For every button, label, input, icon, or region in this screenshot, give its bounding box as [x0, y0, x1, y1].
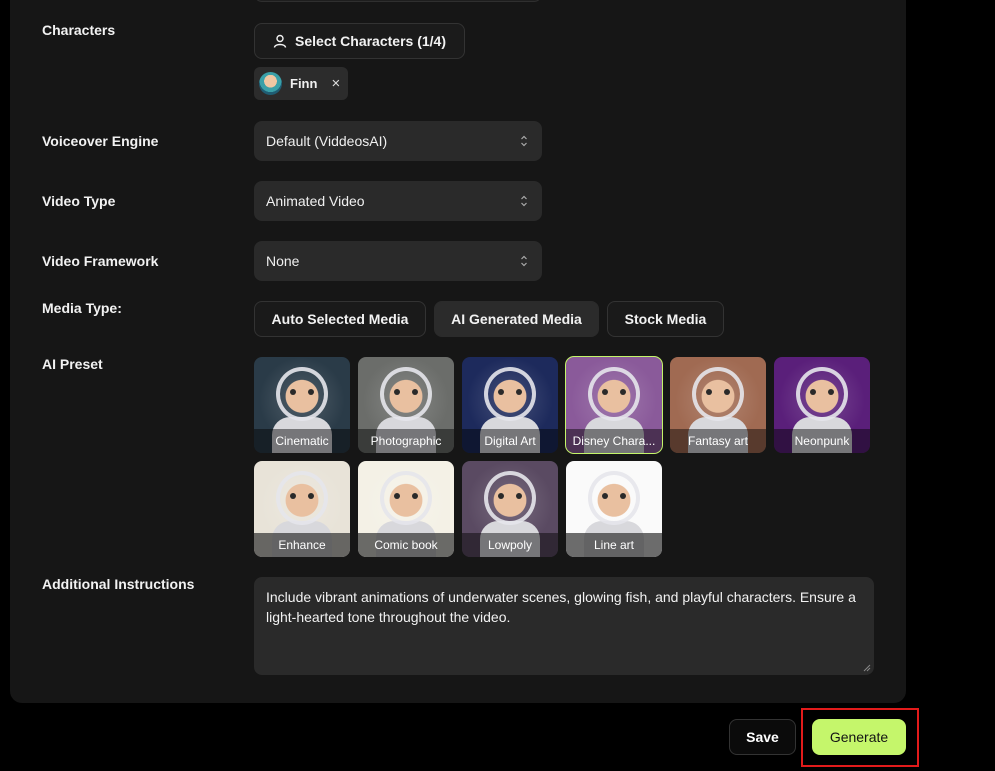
auto-selected-media-button[interactable]: Auto Selected Media	[254, 301, 426, 337]
face-eyes	[706, 389, 730, 395]
previous-field-edge	[254, 0, 542, 2]
video-type-select[interactable]: Animated Video	[254, 181, 542, 221]
video-type-label: Video Type	[42, 193, 116, 209]
preset-tile-cinematic[interactable]: Cinematic	[254, 357, 350, 453]
preset-tile-disney-chara[interactable]: Disney Chara...	[565, 356, 663, 454]
preset-tile-comic-book[interactable]: Comic book	[358, 461, 454, 557]
chevron-up-down-icon	[521, 195, 527, 207]
voiceover-engine-label: Voiceover Engine	[42, 133, 159, 149]
person-icon	[273, 34, 287, 48]
face-eyes	[498, 493, 522, 499]
face-eyes	[498, 389, 522, 395]
ai-generated-media-button[interactable]: AI Generated Media	[434, 301, 599, 337]
preset-caption: Neonpunk	[774, 429, 870, 453]
select-characters-button[interactable]: Select Characters (1/4)	[254, 23, 465, 59]
character-chip-finn: Finn ×	[254, 67, 348, 100]
face-eyes	[290, 389, 314, 395]
close-icon[interactable]: ×	[331, 75, 340, 92]
face-eyes	[394, 493, 418, 499]
save-button[interactable]: Save	[729, 719, 796, 755]
preset-tile-lowpoly[interactable]: Lowpoly	[462, 461, 558, 557]
voiceover-engine-value: Default (ViddeosAI)	[266, 133, 388, 149]
avatar	[259, 72, 282, 95]
preset-caption: Lowpoly	[462, 533, 558, 557]
face-eyes	[394, 389, 418, 395]
video-type-value: Animated Video	[266, 193, 365, 209]
preset-caption: Line art	[566, 533, 662, 557]
preset-tile-enhance[interactable]: Enhance	[254, 461, 350, 557]
voiceover-engine-select[interactable]: Default (ViddeosAI)	[254, 121, 542, 161]
preset-caption: Photographic	[358, 429, 454, 453]
face-eyes	[290, 493, 314, 499]
preset-caption: Comic book	[358, 533, 454, 557]
video-framework-value: None	[266, 253, 300, 269]
stock-media-button[interactable]: Stock Media	[607, 301, 724, 337]
additional-instructions-value: Include vibrant animations of underwater…	[266, 589, 856, 625]
characters-label: Characters	[42, 22, 116, 38]
face-eyes	[602, 493, 626, 499]
preset-caption: Disney Chara...	[566, 429, 662, 453]
video-framework-select[interactable]: None	[254, 241, 542, 281]
preset-tile-fantasy-art[interactable]: Fantasy art	[670, 357, 766, 453]
face-eyes	[810, 389, 834, 395]
preset-tile-digital-art[interactable]: Digital Art	[462, 357, 558, 453]
preset-caption: Fantasy art	[670, 429, 766, 453]
additional-instructions-textarea[interactable]: Include vibrant animations of underwater…	[254, 577, 874, 675]
media-type-label: Media Type:	[42, 300, 122, 316]
preset-caption: Cinematic	[254, 429, 350, 453]
resize-handle-icon[interactable]	[863, 664, 871, 672]
select-characters-label: Select Characters (1/4)	[295, 33, 446, 49]
video-framework-label: Video Framework	[42, 253, 159, 269]
chevron-up-down-icon	[521, 135, 527, 147]
character-name: Finn	[290, 76, 318, 91]
preset-tile-neonpunk[interactable]: Neonpunk	[774, 357, 870, 453]
preset-tile-photographic[interactable]: Photographic	[358, 357, 454, 453]
face-eyes	[602, 389, 626, 395]
preset-tile-line-art[interactable]: Line art	[566, 461, 662, 557]
ai-preset-label: AI Preset	[42, 356, 103, 372]
additional-instructions-label: Additional Instructions	[42, 576, 195, 592]
preset-caption: Digital Art	[462, 429, 558, 453]
generate-button[interactable]: Generate	[812, 719, 906, 755]
preset-caption: Enhance	[254, 533, 350, 557]
chevron-up-down-icon	[521, 255, 527, 267]
